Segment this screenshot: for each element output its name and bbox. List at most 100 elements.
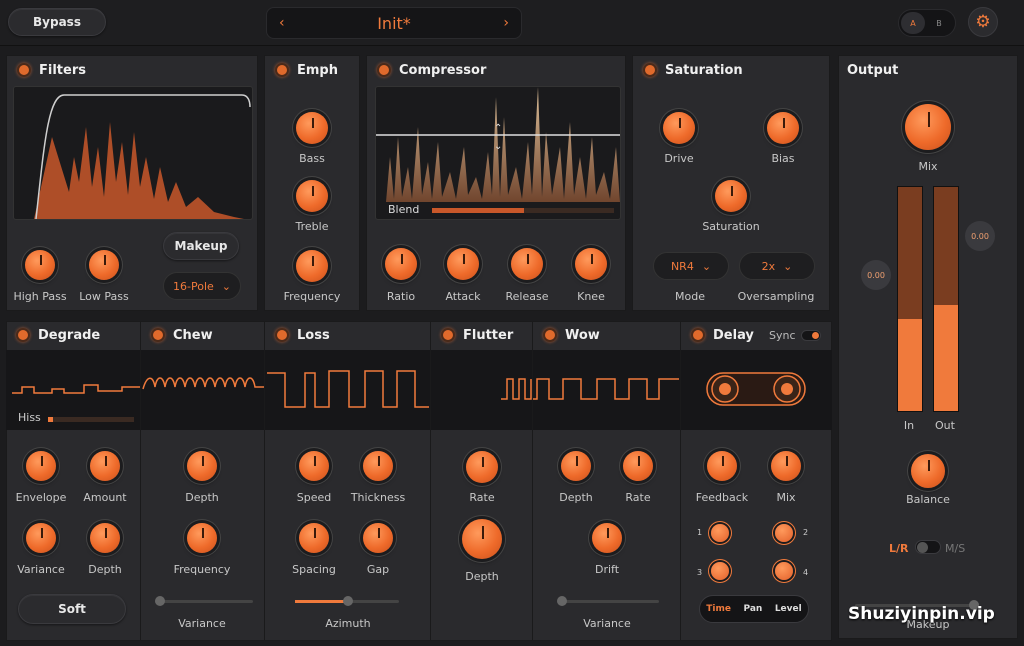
saturation-knob[interactable] xyxy=(715,180,747,212)
frequency-knob[interactable] xyxy=(296,250,328,282)
sync-toggle-thumb xyxy=(812,332,819,339)
sync-toggle[interactable] xyxy=(801,330,821,341)
treble-knob[interactable] xyxy=(296,180,328,212)
soft-button[interactable]: Soft xyxy=(18,594,126,624)
chew-frequency-knob[interactable] xyxy=(187,523,217,553)
prev-preset-button[interactable]: ‹ xyxy=(279,15,285,31)
chevron-down-icon: ⌄ xyxy=(221,279,231,293)
mode-dropdown[interactable]: NR4 ⌄ xyxy=(653,252,729,280)
wow-rate-label: Rate xyxy=(625,491,651,504)
ab-a[interactable]: A xyxy=(901,12,925,34)
flutter-depth-knob[interactable] xyxy=(462,519,502,559)
balance-knob[interactable] xyxy=(911,454,945,488)
variance-knob[interactable] xyxy=(26,523,56,553)
thickness-knob[interactable] xyxy=(363,451,393,481)
treble-label: Treble xyxy=(295,220,329,233)
spacing-knob[interactable] xyxy=(299,523,329,553)
head-1-label: 1 xyxy=(697,528,703,537)
tab-pan[interactable]: Pan xyxy=(743,604,762,614)
hiss-label: Hiss xyxy=(18,411,41,424)
wow-power-icon[interactable] xyxy=(543,328,557,342)
head-1-knob[interactable] xyxy=(711,524,729,542)
frequency-label: Frequency xyxy=(283,290,341,303)
chew-variance-thumb[interactable] xyxy=(155,596,165,606)
flutter-rate-knob[interactable] xyxy=(466,451,498,483)
preset-selector[interactable]: ‹ Init* › xyxy=(266,7,522,39)
compressor-display[interactable]: ⌃ ⌄ Blend xyxy=(375,86,621,220)
drift-knob[interactable] xyxy=(592,523,622,553)
lr-ms-toggle[interactable] xyxy=(915,540,941,554)
tab-time[interactable]: Time xyxy=(706,604,731,614)
blend-label: Blend xyxy=(388,203,420,216)
drive-knob[interactable] xyxy=(663,112,695,144)
head-4-label: 4 xyxy=(803,568,809,577)
ab-b[interactable]: B xyxy=(927,12,951,34)
filter-response-graph xyxy=(34,94,251,219)
out-value-badge[interactable]: 0.00 xyxy=(965,221,995,251)
gap-knob[interactable] xyxy=(363,523,393,553)
oversampling-dropdown[interactable]: 2x ⌄ xyxy=(739,252,815,280)
feedback-knob[interactable] xyxy=(707,451,737,481)
wow-variance-thumb[interactable] xyxy=(557,596,567,606)
mix-knob[interactable] xyxy=(905,104,951,150)
blend-slider[interactable] xyxy=(432,208,614,213)
envelope-knob[interactable] xyxy=(26,451,56,481)
filter-pole-dropdown[interactable]: 16-Pole ⌄ xyxy=(163,272,241,300)
chew-power-icon[interactable] xyxy=(151,328,165,342)
delay-mix-knob[interactable] xyxy=(771,451,801,481)
chew-variance-slider[interactable] xyxy=(155,596,253,606)
next-preset-button[interactable]: › xyxy=(503,15,509,31)
wow-variance-slider[interactable] xyxy=(557,596,659,606)
speed-knob[interactable] xyxy=(299,451,329,481)
amount-knob[interactable] xyxy=(90,451,120,481)
flutter-power-icon[interactable] xyxy=(441,328,455,342)
lr-label[interactable]: L/R xyxy=(889,542,909,555)
saturation-power-icon[interactable] xyxy=(643,63,657,77)
chew-depth-knob[interactable] xyxy=(187,451,217,481)
release-knob[interactable] xyxy=(511,248,543,280)
hiss-fill xyxy=(48,417,53,422)
bass-knob[interactable] xyxy=(296,112,328,144)
azimuth-slider[interactable] xyxy=(295,596,399,606)
ratio-knob[interactable] xyxy=(385,248,417,280)
bias-knob[interactable] xyxy=(767,112,799,144)
emph-power-icon[interactable] xyxy=(275,63,289,77)
flutter-waveform xyxy=(501,378,532,400)
makeup-button[interactable]: Makeup xyxy=(163,232,239,260)
knee-knob[interactable] xyxy=(575,248,607,280)
loss-power-icon[interactable] xyxy=(275,328,289,342)
head-2-knob[interactable] xyxy=(775,524,793,542)
azimuth-thumb[interactable] xyxy=(343,596,353,606)
filters-display[interactable] xyxy=(13,86,253,220)
tab-level[interactable]: Level xyxy=(775,604,802,614)
output-title: Output xyxy=(847,62,899,78)
chew-title: Chew xyxy=(173,327,213,343)
delay-power-icon[interactable] xyxy=(691,328,705,342)
out-meter xyxy=(933,186,959,412)
ab-toggle[interactable]: A B xyxy=(898,9,956,37)
wow-rate-knob[interactable] xyxy=(623,451,653,481)
compressor-power-icon[interactable] xyxy=(377,63,391,77)
bypass-button[interactable]: Bypass xyxy=(8,8,106,36)
in-value-badge[interactable]: 0.00 xyxy=(861,260,891,290)
depth-knob[interactable] xyxy=(90,523,120,553)
low-pass-knob[interactable] xyxy=(89,250,119,280)
wow-variance-label: Variance xyxy=(583,617,631,630)
head-3-knob[interactable] xyxy=(711,562,729,580)
chew-waveform xyxy=(142,377,265,390)
gear-icon[interactable]: ⚙ xyxy=(968,7,998,37)
head-4-knob[interactable] xyxy=(775,562,793,580)
emph-panel: Emph Bass Treble Frequency xyxy=(264,55,360,311)
ms-label[interactable]: M/S xyxy=(945,542,965,555)
filters-power-icon[interactable] xyxy=(17,63,31,77)
hiss-slider[interactable] xyxy=(48,417,134,422)
depth-label: Depth xyxy=(88,563,122,576)
mode-label: Mode xyxy=(675,290,705,303)
thickness-label: Thickness xyxy=(350,491,406,504)
attack-knob[interactable] xyxy=(447,248,479,280)
degrade-power-icon[interactable] xyxy=(16,328,30,342)
filters-panel: Filters High Pass Low Pass Makeup 16-Pol… xyxy=(6,55,258,311)
wow-depth-knob[interactable] xyxy=(561,451,591,481)
high-pass-knob[interactable] xyxy=(25,250,55,280)
wow-title: Wow xyxy=(565,327,600,343)
